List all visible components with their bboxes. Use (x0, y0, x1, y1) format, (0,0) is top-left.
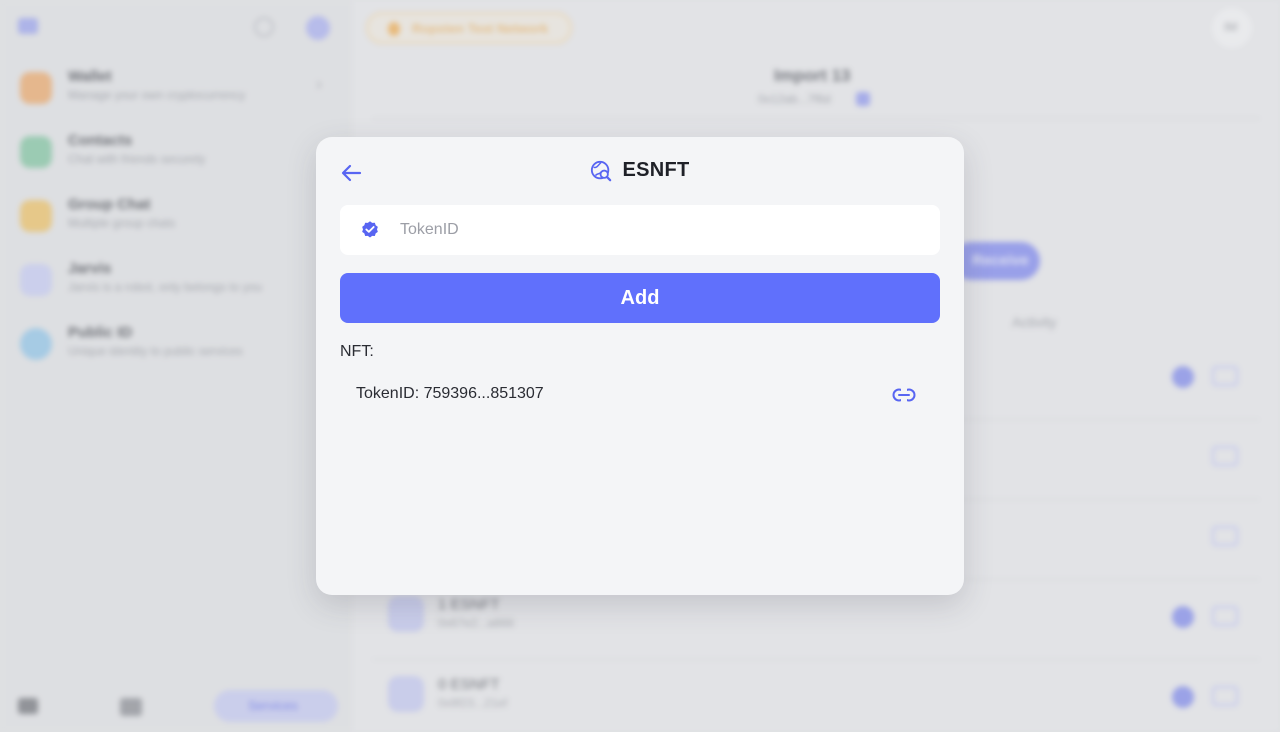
add-button[interactable]: Add (340, 273, 940, 323)
globe-search-icon (591, 160, 612, 181)
esnft-modal: ESNFT Add NFT: TokenID: 759396...851307 (316, 137, 964, 595)
token-id-field[interactable] (340, 205, 940, 255)
nft-list-label: NFT: (340, 343, 374, 360)
modal-title: ESNFT (622, 159, 690, 181)
nft-token-id: TokenID: 759396...851307 (356, 385, 544, 402)
link-icon[interactable] (892, 385, 916, 405)
modal-header: ESNFT (316, 159, 964, 189)
nft-list-item: TokenID: 759396...851307 (340, 377, 940, 413)
token-id-input[interactable] (400, 205, 920, 255)
verified-badge-icon (362, 221, 378, 238)
